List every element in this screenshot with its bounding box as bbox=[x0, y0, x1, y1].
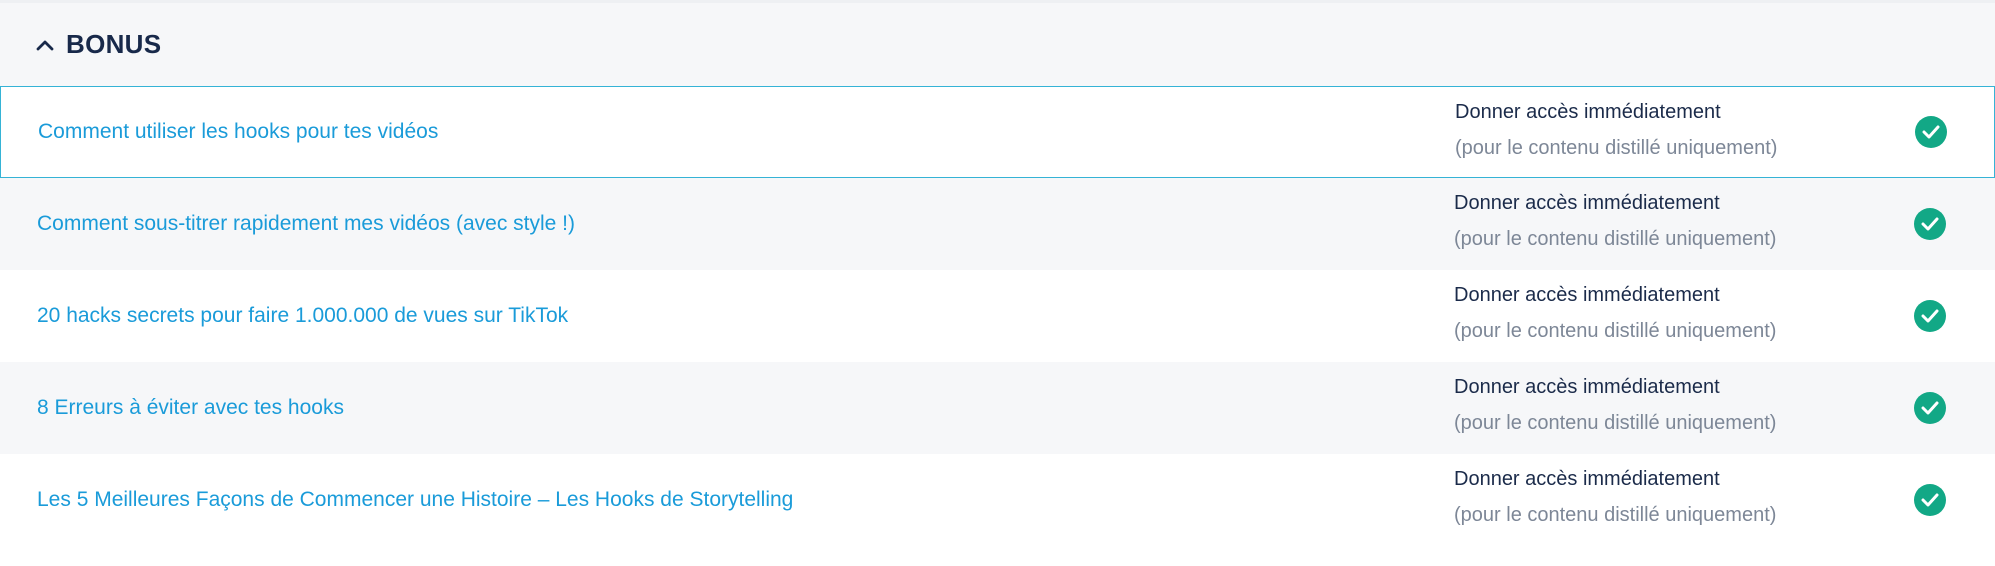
access-setting: Donner accès immédiatement (pour le cont… bbox=[1454, 190, 1776, 252]
check-circle-icon[interactable] bbox=[1915, 116, 1947, 148]
access-note: (pour le contenu distillé uniquement) bbox=[1455, 137, 1778, 159]
access-note: (pour le contenu distillé uniquement) bbox=[1454, 228, 1777, 250]
access-label: Donner accès immédiatement bbox=[1454, 468, 1720, 490]
lesson-row[interactable]: Comment utiliser les hooks pour tes vidé… bbox=[0, 86, 1995, 178]
access-note: (pour le contenu distillé uniquement) bbox=[1454, 320, 1777, 342]
section-title: BONUS bbox=[66, 29, 162, 59]
access-setting: Donner accès immédiatement (pour le cont… bbox=[1454, 374, 1776, 436]
lesson-title-link[interactable]: Les 5 Meilleures Façons de Commencer une… bbox=[37, 488, 793, 512]
access-label: Donner accès immédiatement bbox=[1454, 376, 1720, 398]
access-label: Donner accès immédiatement bbox=[1454, 284, 1720, 306]
access-label: Donner accès immédiatement bbox=[1454, 192, 1720, 214]
lesson-row[interactable]: 20 hacks secrets pour faire 1.000.000 de… bbox=[0, 270, 1995, 362]
lesson-title-link[interactable]: Comment sous-titrer rapidement mes vidéo… bbox=[37, 212, 575, 236]
lesson-list: Comment utiliser les hooks pour tes vidé… bbox=[0, 86, 1995, 546]
check-circle-icon[interactable] bbox=[1914, 392, 1946, 424]
check-circle-icon[interactable] bbox=[1914, 300, 1946, 332]
lesson-row[interactable]: Les 5 Meilleures Façons de Commencer une… bbox=[0, 454, 1995, 546]
access-note: (pour le contenu distillé uniquement) bbox=[1454, 412, 1777, 434]
lesson-title-link[interactable]: 8 Erreurs à éviter avec tes hooks bbox=[37, 396, 344, 420]
access-label: Donner accès immédiatement bbox=[1455, 101, 1721, 123]
lesson-row[interactable]: 8 Erreurs à éviter avec tes hooks Donner… bbox=[0, 362, 1995, 454]
check-circle-icon[interactable] bbox=[1914, 484, 1946, 516]
lesson-title-link[interactable]: 20 hacks secrets pour faire 1.000.000 de… bbox=[37, 304, 568, 328]
access-setting: Donner accès immédiatement (pour le cont… bbox=[1454, 282, 1776, 344]
lesson-row[interactable]: Comment sous-titrer rapidement mes vidéo… bbox=[0, 178, 1995, 270]
bonus-section: BONUS Comment utiliser les hooks pour te… bbox=[0, 0, 1995, 566]
chevron-up-icon[interactable] bbox=[34, 34, 56, 56]
access-setting: Donner accès immédiatement (pour le cont… bbox=[1455, 99, 1777, 161]
access-note: (pour le contenu distillé uniquement) bbox=[1454, 504, 1777, 526]
lesson-title-link[interactable]: Comment utiliser les hooks pour tes vidé… bbox=[38, 120, 438, 144]
section-header-toggle[interactable]: BONUS bbox=[0, 0, 1995, 86]
access-setting: Donner accès immédiatement (pour le cont… bbox=[1454, 466, 1776, 528]
check-circle-icon[interactable] bbox=[1914, 208, 1946, 240]
